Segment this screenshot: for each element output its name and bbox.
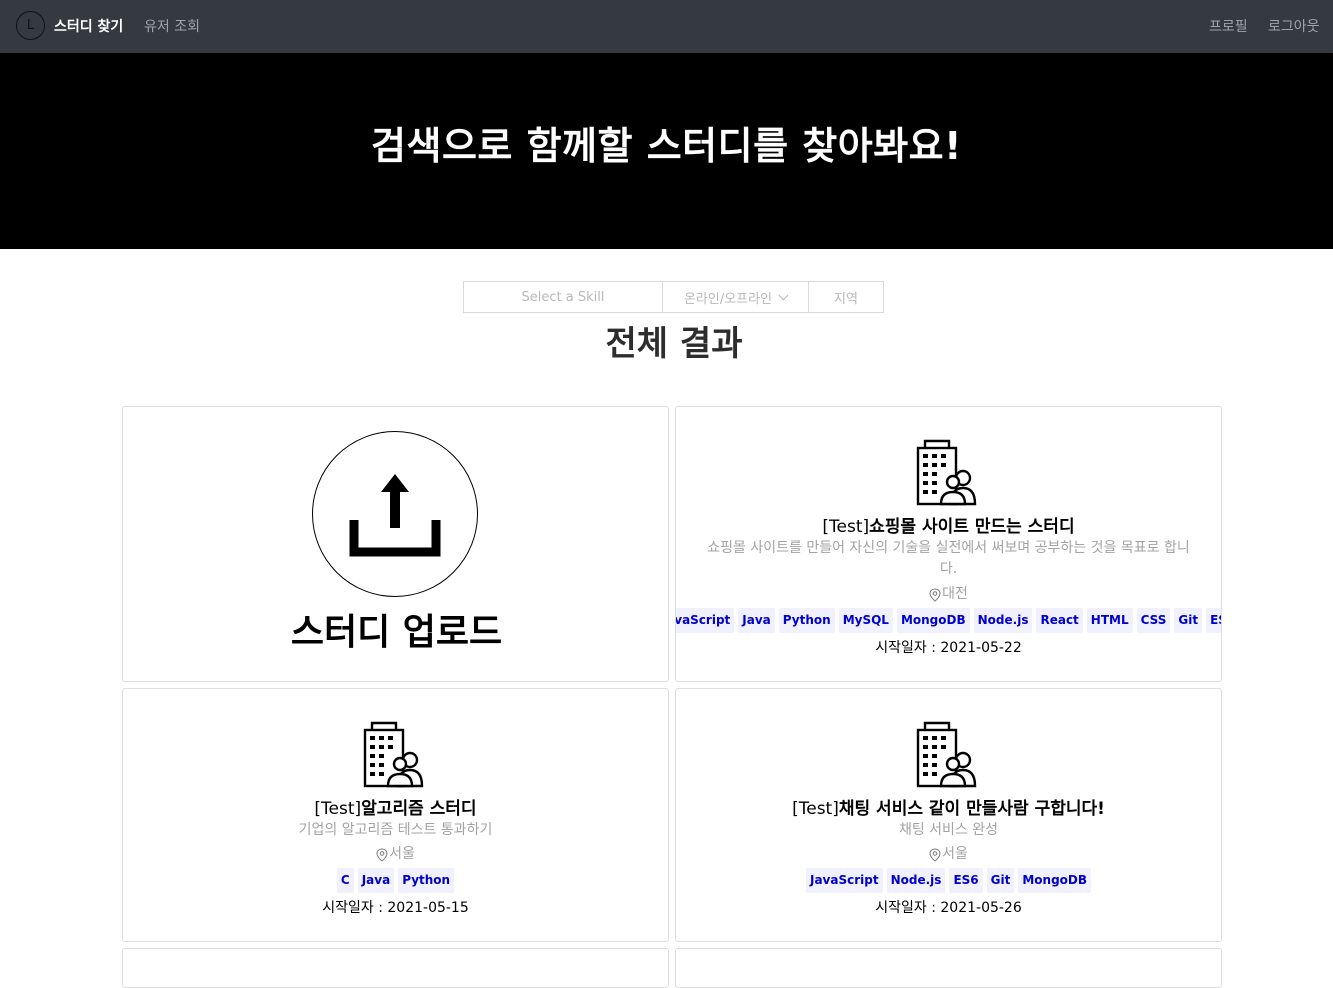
location-pin-icon (376, 847, 388, 862)
study-title: [Test]쇼핑몰 사이트 만드는 스터디 (676, 512, 1221, 537)
study-card[interactable]: [Test]알고리즘 스터디 기업의 알고리즘 테스트 통과하기 서울 C Jav… (122, 688, 669, 942)
skill-select-placeholder: Select a Skill (521, 289, 605, 305)
study-location: 서울 (123, 843, 668, 863)
study-title-text: 알고리즘 스터디 (361, 799, 477, 819)
skill-tag: Node.js (886, 868, 946, 893)
skill-tag: JavaScript (676, 608, 735, 633)
skill-select[interactable]: Select a Skill (463, 281, 663, 313)
skill-tag: Java (738, 608, 775, 633)
study-title-prefix: [Test] (314, 799, 362, 819)
upload-study-card[interactable]: 스터디 업로드 (122, 406, 669, 682)
skill-tag: JavaScript (805, 868, 883, 893)
study-start-date: 시작일자 : 2021-05-22 (875, 640, 1022, 656)
study-location-text: 대전 (942, 586, 968, 602)
study-card-partial[interactable] (122, 948, 669, 988)
hero-title: 검색으로 함께할 스터디를 찾아봐요! (371, 123, 962, 168)
skill-tag: C (336, 868, 354, 893)
skill-tags: C Java Python (123, 868, 668, 893)
study-title-text: 채팅 서비스 같이 만들사람 구합니다! (838, 799, 1105, 819)
skill-tag: Node.js (973, 608, 1033, 633)
skill-tag: HTML (1086, 608, 1133, 633)
nav-brand-study-search[interactable]: 스터디 찾기 (54, 16, 123, 36)
filter-bar: Select a Skill 온라인/오프라인 지역 (463, 281, 884, 313)
region-select[interactable]: 지역 (809, 281, 884, 313)
skill-tag: MongoDB (896, 608, 970, 633)
skill-tag: Git (986, 868, 1015, 893)
skill-tag: Git (1174, 608, 1203, 633)
study-description: 기업의 알고리즘 테스트 통과하기 (298, 822, 493, 838)
upload-icon (349, 474, 441, 557)
office-people-icon (363, 721, 424, 788)
logo-icon[interactable]: L (16, 11, 45, 40)
skill-tag: Java (357, 868, 395, 893)
nav-link-profile[interactable]: 프로필 (1209, 16, 1248, 36)
study-title-text: 쇼핑몰 사이트 만드는 스터디 (869, 517, 1075, 537)
study-title-prefix: [Test] (792, 799, 839, 819)
skill-tag: Python (398, 868, 455, 893)
online-offline-select[interactable]: 온라인/오프라인 (663, 281, 809, 313)
study-start-date: 시작일자 : 2021-05-15 (322, 900, 469, 916)
study-card[interactable]: [Test]쇼핑몰 사이트 만드는 스터디 쇼핑몰 사이트를 만들어 자신의 기… (675, 406, 1222, 682)
top-navbar: L 스터디 찾기 유저 조회 프로필 로그아웃 (0, 0, 1333, 53)
skill-tag: CSS (1136, 608, 1171, 633)
office-people-icon (916, 439, 977, 506)
nav-link-users[interactable]: 유저 조회 (144, 16, 200, 36)
skill-tag: ES6 (1206, 608, 1221, 633)
study-location: 서울 (676, 843, 1221, 863)
results-title: 전체 결과 (605, 324, 743, 364)
skill-tag: MongoDB (1018, 868, 1092, 893)
study-card-partial[interactable] (675, 948, 1222, 988)
upload-circle (312, 431, 478, 597)
study-title: [Test]채팅 서비스 같이 만들사람 구합니다! (676, 794, 1221, 819)
study-title-prefix: [Test] (822, 517, 870, 537)
upload-study-label: 스터디 업로드 (290, 612, 503, 653)
study-card[interactable]: [Test]채팅 서비스 같이 만들사람 구합니다! 채팅 서비스 완성 서울 … (675, 688, 1222, 942)
study-location-text: 서울 (389, 846, 415, 862)
online-offline-label: 온라인/오프라인 (683, 291, 773, 307)
office-people-icon (916, 721, 977, 788)
location-pin-icon (929, 847, 941, 862)
study-start-date: 시작일자 : 2021-05-26 (875, 900, 1022, 916)
study-description: 채팅 서비스 완성 (898, 822, 999, 838)
location-pin-icon (929, 587, 941, 602)
skill-tags: JavaScriptJavaPythonMySQLMongoDBNode.jsR… (676, 608, 1221, 633)
chevron-down-icon (778, 290, 789, 300)
skill-tag: MySQL (838, 608, 893, 633)
study-location: 대전 (676, 583, 1221, 603)
skill-tag: Python (778, 608, 835, 633)
study-location-text: 서울 (942, 846, 968, 862)
study-description: 쇼핑몰 사이트를 만들어 자신의 기술을 실전에서 써보며 공부하는 것을 목표… (707, 540, 1190, 577)
nav-link-logout[interactable]: 로그아웃 (1268, 16, 1320, 36)
skill-tag: React (1036, 608, 1083, 633)
study-title: [Test]알고리즘 스터디 (123, 794, 668, 819)
region-label: 지역 (834, 291, 858, 307)
hero-banner: 검색으로 함께할 스터디를 찾아봐요! (0, 53, 1333, 249)
skill-tag: ES6 (949, 868, 983, 893)
skill-tags: JavaScript Node.js ES6 Git MongoDB (676, 868, 1221, 893)
